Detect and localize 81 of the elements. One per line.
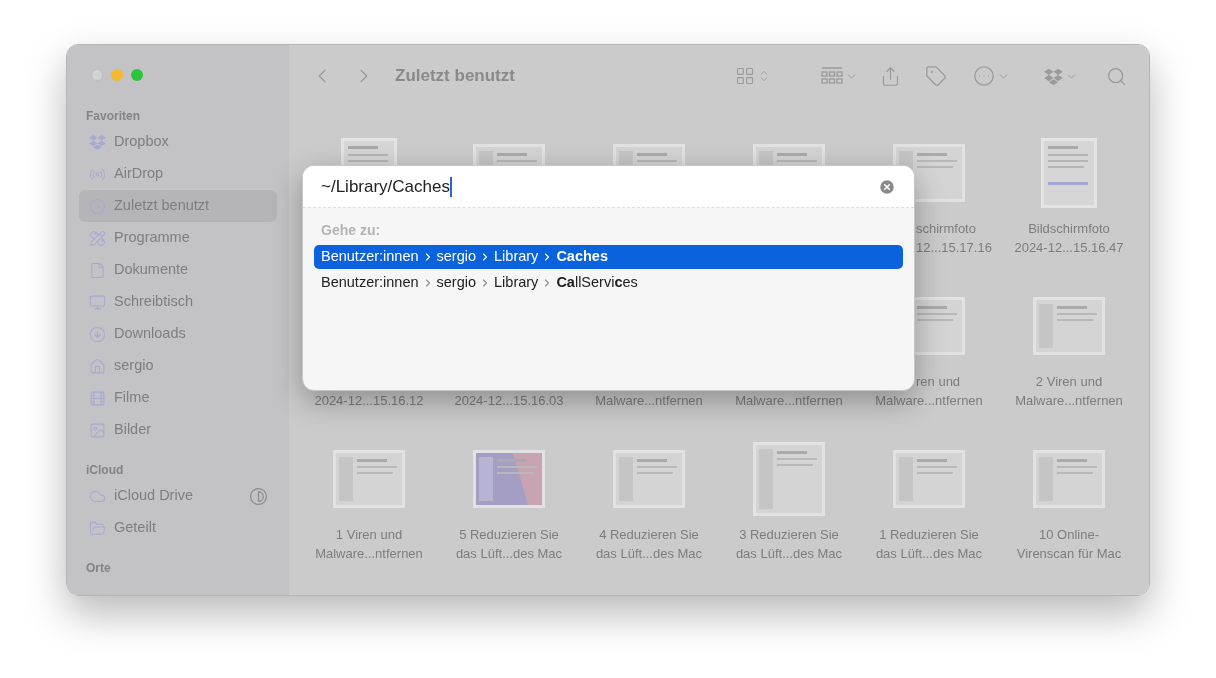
- sidebar-label: Filme: [114, 388, 151, 408]
- sidebar-item[interactable]: Dokumente: [79, 254, 277, 286]
- search-icon[interactable]: [1106, 65, 1127, 87]
- zoom-button[interactable]: [131, 69, 143, 81]
- share-icon[interactable]: [880, 65, 901, 87]
- sidebar-item[interactable]: AirDrop: [79, 158, 277, 190]
- file-name: 2024-12...15.16.47: [1014, 239, 1124, 257]
- file-name: 5 Reduzieren Sie: [459, 526, 559, 544]
- sidebar-item[interactable]: Geteilt: [79, 512, 277, 544]
- sidebar-label: iCloud Drive: [114, 486, 194, 506]
- grid-icon: [735, 66, 755, 86]
- file-name: schirmfoto: [916, 220, 976, 238]
- file-name: 10 Online-: [1039, 526, 1099, 544]
- folder-icon: [88, 519, 106, 537]
- sidebar-item[interactable]: Schreibtisch: [79, 286, 277, 318]
- house-icon: [88, 357, 106, 375]
- group-button[interactable]: [821, 67, 858, 85]
- result-row[interactable]: Benutzer:innen sergio Library CallServices: [314, 271, 903, 295]
- section-header: iCloud: [85, 462, 125, 478]
- file-name: 3 Reduzieren Sie: [739, 526, 839, 544]
- clock-icon: [88, 197, 106, 215]
- file-name: ren und: [916, 373, 961, 391]
- file-name: 4 Reduzieren Sie: [599, 526, 699, 544]
- file-name: das Lüft...des Mac: [735, 545, 843, 563]
- section-label: Gehe zu:: [321, 221, 382, 240]
- sidebar-item[interactable]: Filme: [79, 382, 277, 414]
- text-cursor: [450, 176, 452, 197]
- minimize-button[interactable]: [111, 69, 123, 81]
- clear-icon[interactable]: [878, 177, 896, 196]
- sidebar-label: Schreibtisch: [114, 292, 194, 312]
- file-name: 12...15.17.16: [916, 239, 992, 257]
- group-icon: [821, 67, 843, 85]
- sidebar-item[interactable]: Programme: [79, 222, 277, 254]
- sidebar-label: sergio: [114, 356, 155, 376]
- section-header: Orte: [85, 560, 112, 576]
- file-name: Malware...ntfernen: [1015, 392, 1123, 410]
- sidebar-label: Geteilt: [114, 518, 157, 538]
- sidebar-item[interactable]: Dropbox: [79, 126, 277, 158]
- up-down-icon: [757, 68, 771, 84]
- file-name: das Lüft...des Mac: [595, 545, 703, 563]
- section-header: Favoriten: [85, 108, 141, 124]
- file-name: 2024-12...15.16.12: [314, 392, 424, 410]
- image-icon: [88, 421, 106, 439]
- path-field[interactable]: ~/Library/Caches: [303, 166, 914, 208]
- dropbox-icon: [88, 134, 106, 150]
- file-name: 1 Reduzieren Sie: [879, 526, 979, 544]
- film-icon: [88, 389, 106, 407]
- file-name: Malware...ntfernen: [315, 545, 423, 563]
- file-name: das Lüft...des Mac: [875, 545, 983, 563]
- file-name: Bildschirmfoto: [1028, 220, 1110, 238]
- more-icon: [973, 65, 995, 87]
- file-name: Malware...ntfernen: [875, 392, 983, 410]
- desktop-icon: [88, 293, 106, 311]
- file-name: Virenscan für Mac: [1016, 545, 1122, 563]
- sidebar-label: Dokumente: [114, 260, 190, 280]
- file-name: 2 Viren und: [1035, 373, 1103, 391]
- sidebar-item[interactable]: Downloads: [79, 318, 277, 350]
- file-name: Malware...ntfernen: [595, 392, 703, 410]
- sidebar-item[interactable]: Bilder: [79, 414, 277, 446]
- sidebar-label: Programme: [114, 228, 191, 248]
- download-icon: [88, 325, 106, 343]
- sidebar-label: Dropbox: [114, 132, 170, 152]
- tag-icon[interactable]: [925, 65, 947, 87]
- document-icon: [88, 261, 106, 279]
- file-name: 1 Viren und: [335, 526, 403, 544]
- view-button[interactable]: [735, 66, 771, 86]
- result-row[interactable]: Benutzer:innen sergio Library Caches: [314, 245, 903, 269]
- sidebar-item[interactable]: iCloud Drive: [79, 480, 277, 512]
- window-title: Zuletzt benutzt: [395, 65, 515, 88]
- sidebar-label: AirDrop: [114, 164, 165, 184]
- sync-status-icon: [249, 486, 268, 506]
- file-name: Malware...ntfernen: [735, 392, 843, 410]
- sidebar-label: Downloads: [114, 324, 187, 344]
- apps-icon: [88, 229, 106, 247]
- more-button[interactable]: [973, 65, 1010, 87]
- sidebar-label: Bilder: [114, 420, 153, 440]
- file-name: das Lüft...des Mac: [455, 545, 563, 563]
- sidebar-item[interactable]: sergio: [79, 350, 277, 382]
- dropbox-icon: [1044, 67, 1063, 85]
- file-name: 2024-12...15.16.03: [454, 392, 564, 410]
- dropbox-button[interactable]: [1044, 67, 1078, 85]
